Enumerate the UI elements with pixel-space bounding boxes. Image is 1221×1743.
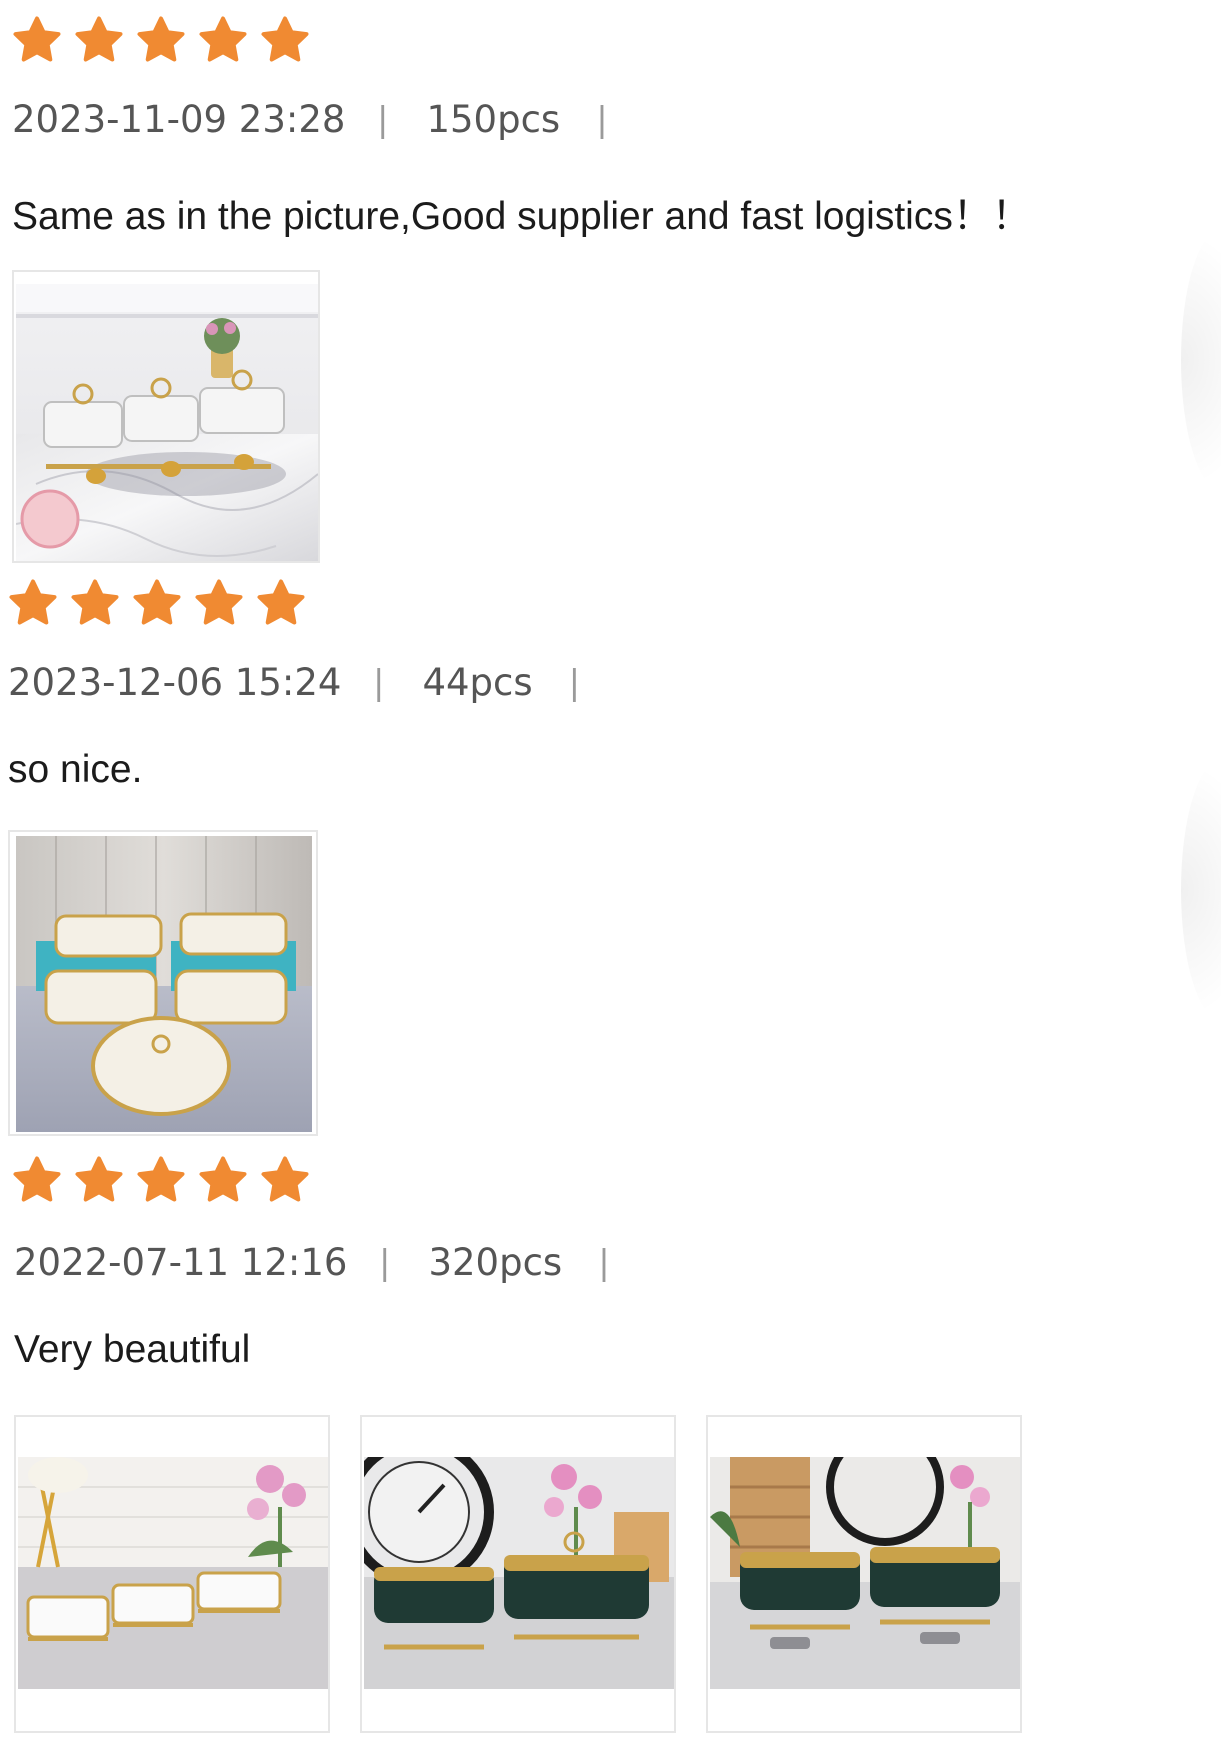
review-date: 2023-12-06 15:24 [8, 661, 342, 704]
star-rating [12, 1155, 310, 1205]
meta-separator: | [598, 1242, 610, 1283]
product-photo [364, 1457, 674, 1689]
order-quantity: 44pcs [422, 661, 533, 704]
star-icon [132, 578, 182, 628]
star-icon [256, 578, 306, 628]
meta-separator: | [596, 99, 608, 140]
star-icon [260, 1155, 310, 1205]
star-icon [12, 15, 62, 65]
review-photo-thumbnail[interactable] [360, 1415, 676, 1733]
review-meta: 2023-11-09 23:28 | 150pcs | [12, 98, 608, 141]
review-meta: 2022-07-11 12:16 | 320pcs | [14, 1241, 610, 1284]
star-icon [74, 1155, 124, 1205]
product-photo [16, 284, 318, 561]
meta-separator: | [373, 662, 385, 703]
order-quantity: 320pcs [428, 1241, 563, 1284]
star-rating [8, 578, 306, 628]
star-icon [12, 1155, 62, 1205]
product-photo [18, 1457, 328, 1689]
star-icon [74, 15, 124, 65]
edge-shadow [1181, 760, 1221, 1020]
review-photo-thumbnail[interactable] [8, 830, 318, 1136]
review-date: 2023-11-09 23:28 [12, 98, 346, 141]
review-photo-thumbnail[interactable] [14, 1415, 330, 1733]
review-date: 2022-07-11 12:16 [14, 1241, 348, 1284]
star-icon [198, 1155, 248, 1205]
order-quantity: 150pcs [426, 98, 561, 141]
star-icon [70, 578, 120, 628]
review-photo-thumbnail[interactable] [706, 1415, 1022, 1733]
star-rating [12, 15, 310, 65]
star-icon [136, 1155, 186, 1205]
product-photo [16, 836, 312, 1132]
meta-separator: | [568, 662, 581, 703]
star-icon [198, 15, 248, 65]
review-comment: so nice. [8, 748, 143, 791]
review-meta: 2023-12-06 15:24 | 44pcs | [8, 661, 580, 704]
meta-separator: | [377, 99, 389, 140]
edge-shadow [1181, 230, 1221, 490]
star-icon [8, 578, 58, 628]
meta-separator: | [379, 1242, 391, 1283]
star-icon [260, 15, 310, 65]
star-icon [136, 15, 186, 65]
review-comment: Same as in the picture,Good supplier and… [12, 195, 1031, 238]
product-photo [710, 1457, 1020, 1689]
review-photo-thumbnail[interactable] [12, 270, 320, 563]
star-icon [194, 578, 244, 628]
reviews-page: 2023-11-09 23:28 | 150pcs | Same as in t… [0, 0, 1221, 1743]
review-comment: Very beautiful [14, 1328, 251, 1371]
